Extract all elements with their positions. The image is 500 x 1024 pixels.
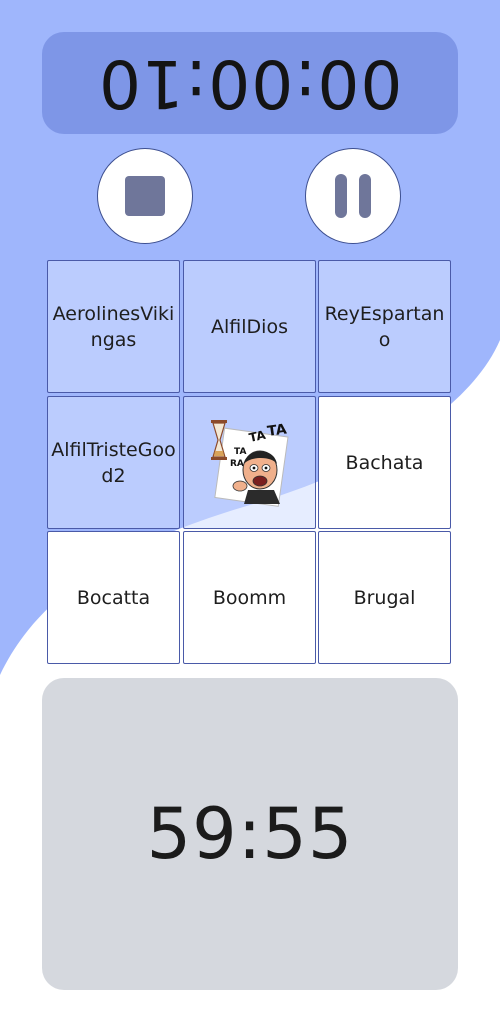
board-cell-4[interactable]: AlfilTristeGood2: [47, 396, 180, 529]
board-cell-label: AlfilTristeGood2: [51, 438, 176, 487]
screaming-cartoon-man-sticker-with-hourglass-icon: TA TA TA RA: [210, 419, 289, 507]
pause-button[interactable]: [305, 148, 401, 244]
opponent-timer-panel: 00:00:10: [42, 32, 458, 134]
stop-button[interactable]: [97, 148, 193, 244]
opponent-timer-text: 00:00:10: [97, 45, 403, 122]
board-cell-6[interactable]: Bachata: [318, 396, 451, 529]
svg-text:TA: TA: [234, 447, 246, 457]
board-cell-5-free[interactable]: TA TA TA RA: [183, 396, 316, 529]
board-cell-1[interactable]: AerolinesVikingas: [47, 260, 180, 393]
board-cell-2[interactable]: AlfilDios: [183, 260, 316, 393]
svg-text:RA: RA: [230, 459, 244, 469]
board-cell-label: Brugal: [353, 586, 416, 609]
board-cell-label: AlfilDios: [211, 315, 288, 338]
board-cell-9[interactable]: Brugal: [318, 531, 451, 664]
player-timer-panel: 59:55: [42, 678, 458, 990]
board-cell-8[interactable]: Boomm: [183, 531, 316, 664]
pause-icon: [335, 174, 371, 218]
stop-icon: [125, 176, 165, 216]
svg-text:TA: TA: [266, 421, 288, 440]
board-cell-label: AerolinesVikingas: [52, 302, 175, 351]
board-cell-3[interactable]: ReyEspartano: [318, 260, 451, 393]
board-cell-label: Bachata: [345, 451, 424, 474]
board-cell-7[interactable]: Bocatta: [47, 531, 180, 664]
player-timer-text: 59:55: [146, 793, 354, 875]
bingo-board: AerolinesVikingas AlfilDios ReyEspartano…: [47, 260, 453, 665]
board-cell-label: Boomm: [212, 586, 287, 609]
board-cell-label: Bocatta: [76, 586, 151, 609]
board-cell-label: ReyEspartano: [324, 302, 445, 351]
